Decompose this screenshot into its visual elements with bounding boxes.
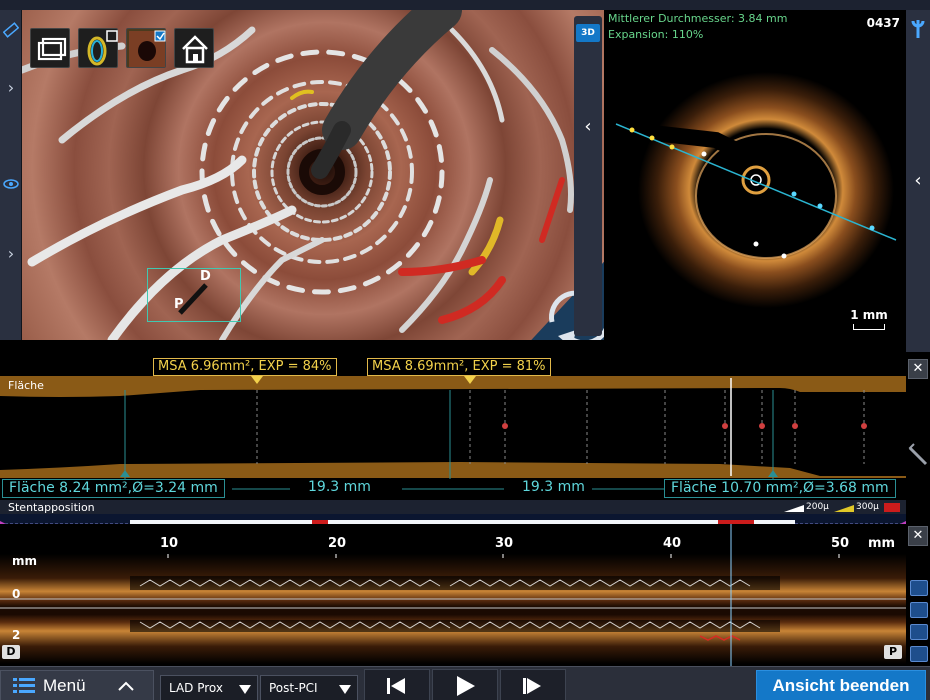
area-graph-title: Fläche — [8, 379, 44, 392]
depth-unit-label: mm — [12, 554, 38, 568]
overview-button[interactable] — [30, 28, 70, 68]
ruler-icon[interactable] — [3, 22, 19, 38]
right-tool-rail: ‹ — [906, 10, 930, 352]
oct-image — [615, 72, 897, 308]
axis-tick-20: 20 — [328, 536, 347, 551]
oct-cross-section[interactable]: Mittlerer Durchmesser: 3.84 mm Expansion… — [606, 10, 906, 352]
msa-label-1: MSA 6.96mm², EXP = 84% — [153, 358, 337, 376]
scale-bar-label: 1 mm — [850, 308, 888, 322]
area-tool-icon[interactable] — [906, 440, 930, 470]
lumen-button[interactable] — [126, 28, 166, 68]
longitudinal-side-tools: ✕ — [906, 524, 930, 666]
axis-unit: mm — [868, 536, 896, 551]
apposition-legend-white-swatch — [784, 505, 804, 512]
list-icon — [13, 677, 35, 693]
expand-lower-chevron-icon[interactable]: › — [0, 244, 22, 263]
end-view-button[interactable]: Ansicht beenden — [756, 670, 926, 700]
proximal-marker[interactable]: P — [884, 645, 902, 659]
axis-tick-50: 50 — [831, 536, 850, 551]
3d-side-panel: 3D ‹ — [574, 16, 602, 336]
home-icon — [182, 35, 208, 64]
step-back-icon — [387, 678, 405, 694]
close-area-graph-button[interactable]: ✕ — [908, 359, 928, 379]
depth-label-2: 2 — [12, 628, 21, 642]
frame-number: 0437 — [866, 16, 900, 30]
collapse-3d-chevron-icon[interactable]: ‹ — [574, 116, 602, 137]
wrench-icon[interactable] — [910, 18, 926, 40]
vessel-select[interactable]: LAD Prox — [160, 675, 258, 700]
apposition-strip[interactable] — [0, 514, 906, 527]
close-longitudinal-button[interactable]: ✕ — [908, 526, 928, 546]
menu-label: Menü — [43, 675, 86, 695]
bottom-toolbar: Menü LAD Prox Post-PCI Ansicht beenden — [0, 666, 930, 700]
apposition-legend-300: 300µ — [856, 502, 879, 512]
chevron-down-icon — [339, 685, 351, 694]
apposition-header — [0, 500, 906, 514]
orientation-box: D P — [147, 268, 241, 322]
lumen-icon — [129, 30, 166, 67]
distal-label: D — [200, 269, 211, 284]
longitudinal-image — [0, 524, 906, 666]
stent-ring-button[interactable] — [78, 28, 118, 68]
step-back-button[interactable] — [364, 669, 430, 700]
left-reference-measurement: Fläche 8.24 mm²,Ø=3.24 mm — [2, 479, 225, 498]
step-forward-icon — [523, 678, 541, 694]
top-strip — [0, 0, 930, 10]
play-icon — [457, 676, 475, 696]
3d-mode-badge[interactable]: 3D — [576, 24, 600, 42]
3d-lumen-view[interactable]: D P — [22, 10, 604, 340]
collapse-right-chevron-icon[interactable]: ‹ — [906, 170, 930, 191]
proximal-label: P — [174, 297, 184, 312]
segment-length-2: 19.3 mm — [522, 479, 585, 495]
stent-ring-icon — [87, 30, 118, 66]
distal-marker[interactable]: D — [2, 645, 20, 659]
apposition-legend-200: 200µ — [806, 502, 829, 512]
scale-bar: 1 mm — [844, 308, 894, 330]
chevron-up-icon — [117, 681, 134, 691]
step-forward-button[interactable] — [500, 669, 566, 700]
longitudinal-view[interactable]: 10 20 30 40 50 mm mm 0 2 D P — [0, 524, 906, 666]
axis-tick-40: 40 — [663, 536, 682, 551]
add-marker-icon[interactable] — [910, 580, 928, 596]
msa-label-2: MSA 8.69mm², EXP = 81% — [367, 358, 551, 376]
segment-length-1: 19.3 mm — [308, 479, 371, 495]
left-tool-rail: › › — [0, 10, 22, 340]
depth-label-0: 0 — [12, 587, 21, 601]
axis-tick-30: 30 — [495, 536, 514, 551]
eye-icon[interactable] — [3, 176, 19, 192]
apposition-title: Stentapposition — [8, 501, 95, 514]
phase-select[interactable]: Post-PCI — [260, 675, 358, 700]
delete-marker-icon[interactable] — [910, 646, 928, 662]
play-button[interactable] — [432, 669, 498, 700]
axis-tick-10: 10 — [160, 536, 179, 551]
bookmark-marker-icon[interactable] — [910, 624, 928, 640]
apposition-legend-yellow-swatch — [834, 505, 854, 512]
chevron-down-icon — [239, 685, 251, 694]
lumen-area-graph[interactable]: Fläche MSA 6.96mm², EXP = 84% MSA 8.69mm… — [0, 352, 906, 500]
expansion-readout: Expansion: 110% — [608, 28, 704, 41]
home-button[interactable] — [174, 28, 214, 68]
apposition-legend-red-swatch — [884, 503, 900, 512]
phase-select-value: Post-PCI — [269, 681, 318, 695]
menu-button[interactable]: Menü — [0, 670, 154, 700]
overview-icon — [37, 37, 67, 61]
right-reference-measurement: Fläche 10.70 mm²,Ø=3.68 mm — [664, 479, 896, 498]
mean-diameter-readout: Mittlerer Durchmesser: 3.84 mm — [608, 12, 788, 25]
vessel-select-value: LAD Prox — [169, 681, 223, 695]
expand-left-chevron-icon[interactable]: › — [0, 78, 22, 97]
measure-marker-icon[interactable] — [910, 602, 928, 618]
